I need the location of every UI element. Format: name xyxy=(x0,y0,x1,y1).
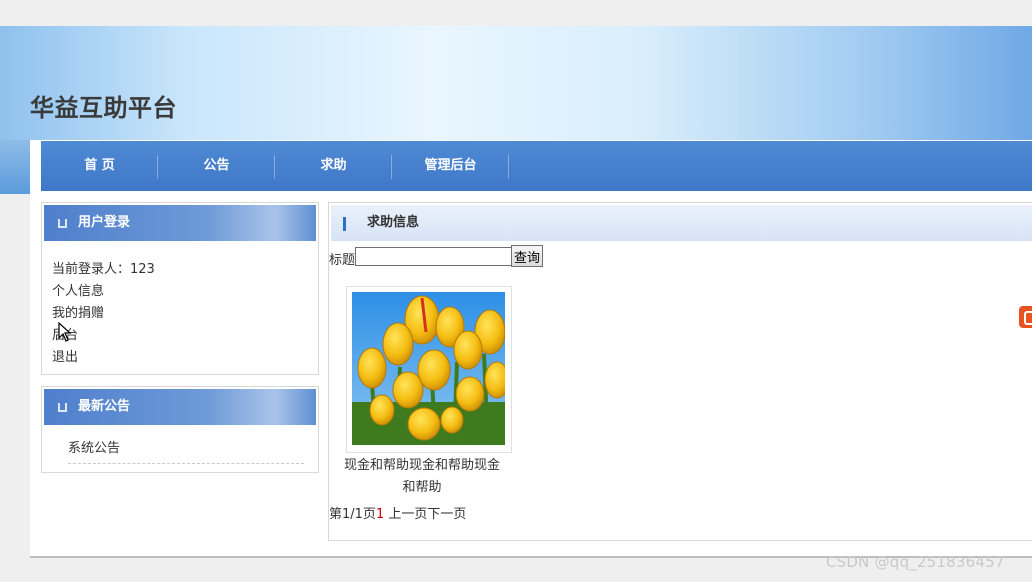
banner-edge xyxy=(0,140,30,194)
help-panel: 求助信息 标题 查询 现金和帮助现金和帮助现金和帮助 第1/1页1 上一页下一页 xyxy=(328,202,1032,541)
notice-box: 最新公告 系统公告 xyxy=(41,386,319,473)
nav-notice[interactable]: 公告 xyxy=(158,141,275,191)
link-my-donations[interactable]: 我的捐赠 xyxy=(52,302,104,321)
mouse-cursor-icon xyxy=(58,322,72,342)
link-logout[interactable]: 退出 xyxy=(52,346,78,365)
pager-current-page[interactable]: 1 xyxy=(376,507,384,522)
main-nav: 首 页 公告 求助 管理后台 xyxy=(41,141,1032,191)
notice-item[interactable]: 系统公告 xyxy=(68,437,304,464)
current-user-label: 当前登录人：123 xyxy=(52,262,155,277)
search-label: 标题 xyxy=(329,253,356,268)
nav-admin[interactable]: 管理后台 xyxy=(392,141,509,191)
nav-help[interactable]: 求助 xyxy=(275,141,392,191)
notice-box-header: 最新公告 xyxy=(44,389,316,425)
side-logo-icon xyxy=(1019,306,1032,328)
site-title: 华益互助平台 xyxy=(30,94,177,122)
square-icon xyxy=(58,403,67,412)
square-icon xyxy=(58,219,67,228)
help-panel-title: 求助信息 xyxy=(367,215,420,230)
watermark: CSDN @qq_251836457 xyxy=(826,553,1005,571)
pager-next[interactable]: 下一页 xyxy=(427,507,466,522)
link-profile[interactable]: 个人信息 xyxy=(52,280,104,299)
help-panel-header: 求助信息 xyxy=(331,205,1032,241)
tulips-image[interactable] xyxy=(352,292,505,445)
pager-info: 第1/1页 xyxy=(329,507,376,522)
pager-prev[interactable]: 上一页 xyxy=(388,507,427,522)
search-button[interactable]: 查询 xyxy=(511,245,543,267)
nav-home[interactable]: 首 页 xyxy=(41,141,158,191)
help-card[interactable] xyxy=(346,286,512,453)
header-bar-icon xyxy=(343,217,346,231)
pager: 第1/1页1 上一页下一页 xyxy=(329,503,466,522)
login-box-title: 用户登录 xyxy=(78,215,131,230)
notice-box-title: 最新公告 xyxy=(78,399,131,414)
login-box: 用户登录 当前登录人：123 个人信息 我的捐赠 后台 退出 xyxy=(41,202,319,375)
search-input[interactable] xyxy=(355,247,513,266)
help-card-caption[interactable]: 现金和帮助现金和帮助现金和帮助 xyxy=(342,455,502,499)
login-box-header: 用户登录 xyxy=(44,205,316,241)
